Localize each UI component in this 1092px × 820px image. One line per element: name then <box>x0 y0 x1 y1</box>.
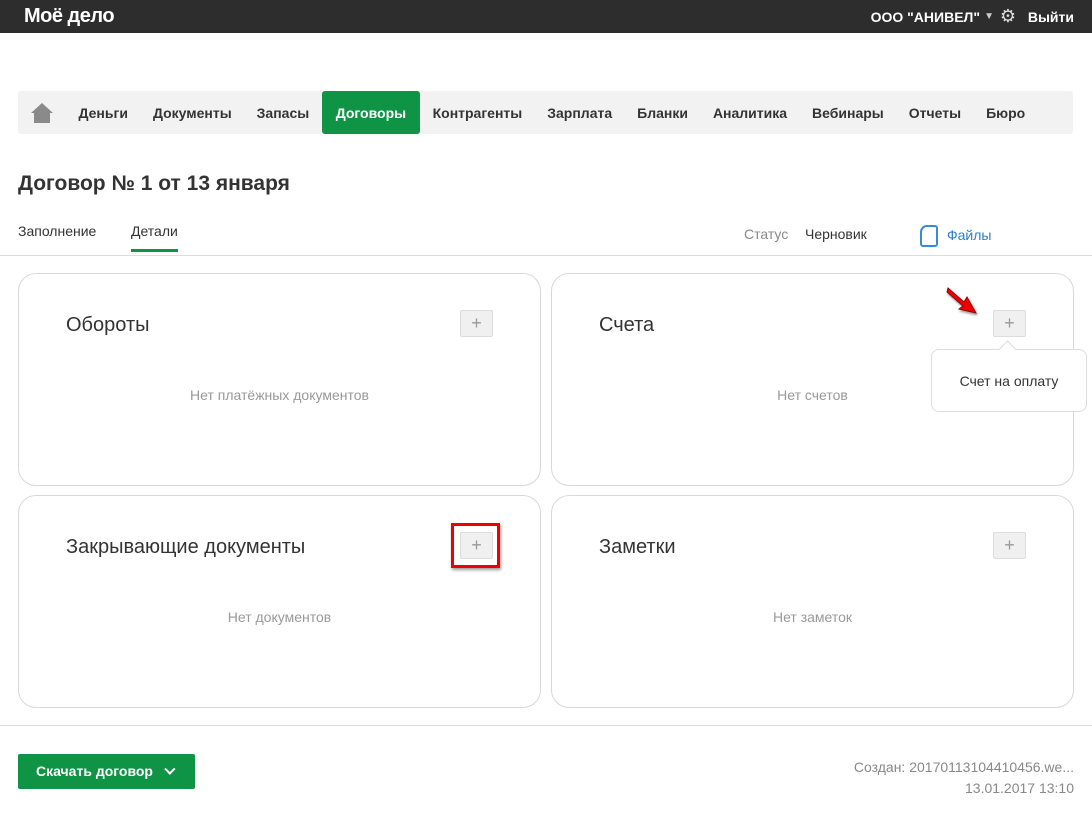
logout-link[interactable]: Выйти <box>1028 9 1074 25</box>
card-notes: Заметки + Нет заметок <box>551 495 1074 708</box>
chevron-down-icon <box>164 763 176 775</box>
add-button[interactable]: + <box>993 310 1026 337</box>
file-icon[interactable] <box>920 225 938 247</box>
nav-reports[interactable]: Отчеты <box>896 91 973 134</box>
empty-text: Нет заметок <box>772 609 853 625</box>
nav-stock[interactable]: Запасы <box>244 91 322 134</box>
divider <box>0 725 1092 726</box>
created-by: Создан: 20170113104410456.we... <box>853 759 1074 775</box>
tab-details[interactable]: Детали <box>131 223 178 252</box>
created-date: 13.01.2017 13:10 <box>965 780 1074 796</box>
card-title: Счета <box>599 314 655 336</box>
highlight-box <box>451 523 500 568</box>
divider <box>0 255 1092 256</box>
red-arrow-icon <box>946 287 977 314</box>
organization-selector[interactable]: ООО "АНИВЕЛ" <box>871 9 980 25</box>
download-contract-button[interactable]: Скачать договор <box>18 754 195 789</box>
chevron-down-icon[interactable]: ▼ <box>984 11 994 22</box>
nav-bureau[interactable]: Бюро <box>974 91 1038 134</box>
card-title: Закрывающие документы <box>66 536 306 558</box>
nav-salary[interactable]: Зарплата <box>535 91 625 134</box>
add-menu-popup: Счет на оплату <box>931 349 1087 412</box>
nav-forms[interactable]: Бланки <box>625 91 701 134</box>
nav-webinars[interactable]: Вебинары <box>800 91 897 134</box>
card-title: Обороты <box>66 314 150 336</box>
nav-counterparties[interactable]: Контрагенты <box>420 91 535 134</box>
top-bar: Моё дело ООО "АНИВЕЛ" ▼ ⚙ Выйти <box>0 0 1092 33</box>
nav-documents[interactable]: Документы <box>140 91 244 134</box>
nav-analytics[interactable]: Аналитика <box>700 91 799 134</box>
logo[interactable]: Моё дело <box>24 5 115 28</box>
page-title: Договор № 1 от 13 января <box>18 172 290 195</box>
download-label: Скачать договор <box>36 763 153 779</box>
card-turnover: Обороты + Нет платёжных документов <box>18 273 541 486</box>
main-nav: Деньги Документы Запасы Договоры Контраг… <box>18 91 1073 134</box>
nav-money[interactable]: Деньги <box>66 91 140 134</box>
menu-item-invoice[interactable]: Счет на оплату <box>960 373 1059 389</box>
tab-fill[interactable]: Заполнение <box>18 223 96 239</box>
card-title: Заметки <box>599 536 676 558</box>
gear-icon[interactable]: ⚙ <box>1000 6 1016 27</box>
files-link[interactable]: Файлы <box>947 227 991 243</box>
add-button[interactable]: + <box>993 532 1026 559</box>
home-icon[interactable] <box>18 91 66 134</box>
add-button[interactable]: + <box>460 310 493 337</box>
created-info: Создан: 20170113104410456.we... 13.01.20… <box>854 757 1074 799</box>
empty-text: Нет документов <box>227 609 332 625</box>
nav-contracts[interactable]: Договоры <box>321 91 421 134</box>
status-value: Черновик <box>805 226 867 242</box>
status-label: Статус <box>744 226 789 242</box>
empty-text: Нет платёжных документов <box>190 387 369 403</box>
